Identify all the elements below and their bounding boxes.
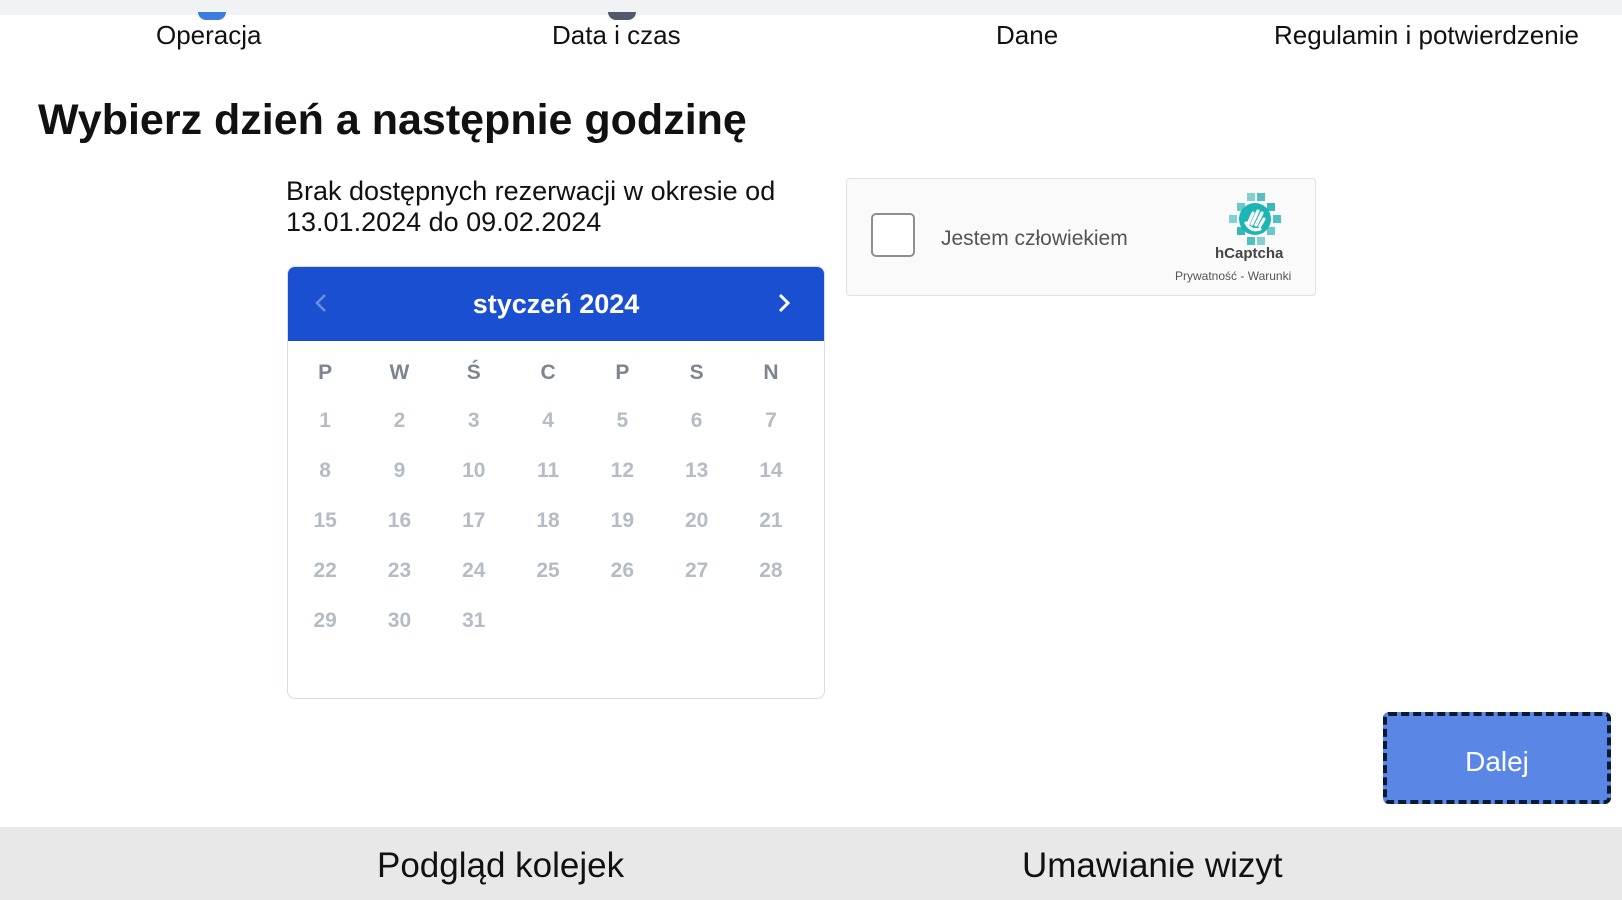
weekday-label: S	[689, 361, 704, 384]
calendar-week: 29 30 31	[288, 601, 824, 651]
calendar-day: 23	[387, 559, 412, 582]
next-month-button[interactable]	[766, 285, 802, 321]
weekday-label: W	[389, 361, 410, 384]
calendar-day: 24	[462, 559, 486, 582]
weekday-label: Ś	[466, 361, 481, 384]
calendar-header: styczeń 2024	[288, 267, 824, 341]
calendar-day: 30	[387, 609, 412, 632]
calendar-day: 1	[319, 409, 331, 432]
weekday-label: N	[763, 361, 779, 384]
calendar-day: 10	[462, 459, 486, 482]
calendar-day: 8	[319, 459, 331, 482]
calendar-day: 14	[759, 459, 783, 482]
weekday-label: P	[615, 361, 630, 384]
step-regulamin[interactable]: Regulamin i potwierdzenie	[1274, 20, 1579, 51]
captcha-terms-link[interactable]: Warunki	[1248, 269, 1292, 283]
captcha-links: Prywatność - Warunki	[1175, 269, 1291, 283]
calendar-week: 1 2 3 4 5 6 7	[288, 401, 824, 451]
calendar-day: 2	[393, 409, 406, 432]
calendar-day: 3	[467, 409, 480, 432]
captcha-privacy-link[interactable]: Prywatność	[1175, 269, 1237, 283]
calendar-day: 15	[313, 509, 337, 532]
calendar-empty-cell	[511, 601, 585, 651]
calendar-day: 21	[759, 509, 783, 532]
calendar-day: 9	[393, 459, 406, 482]
page-title: Wybierz dzień a następnie godzinę	[38, 96, 747, 144]
calendar-day: 5	[616, 409, 629, 432]
weekday-label: C	[540, 361, 556, 384]
progress-steps: Operacja Data i czas Dane Regulamin i po…	[0, 12, 1622, 56]
calendar-week: 8 9 10 11 12 13 14	[288, 451, 824, 501]
calendar-day: 19	[610, 509, 635, 532]
calendar-empty-cell	[734, 601, 808, 651]
step-indicator-operacja	[198, 12, 226, 20]
calendar-week: 15 16 17 18 19 20 21	[288, 501, 824, 551]
calendar-day: 18	[536, 509, 560, 532]
calendar-day: 13	[684, 459, 709, 482]
top-strip	[0, 0, 1622, 15]
step-data-i-czas[interactable]: Data i czas	[552, 20, 681, 51]
chevron-right-icon	[778, 293, 791, 313]
calendar-empty-cell	[585, 601, 659, 651]
hcaptcha-logo-icon	[1227, 191, 1283, 247]
calendar-day: 16	[387, 509, 412, 532]
calendar-month-title: styczeń 2024	[472, 289, 640, 319]
calendar-day: 7	[765, 409, 777, 432]
weekday-header: P W Ś C P S N	[288, 357, 824, 397]
calendar-day: 29	[313, 609, 337, 632]
calendar-day: 12	[610, 459, 635, 482]
weekday-label: P	[318, 361, 333, 384]
hcaptcha-widget: Jestem człowiekiem hCaptcha Prywatność -…	[846, 178, 1316, 296]
nav-queue-preview[interactable]: Podgląd kolejek	[377, 846, 624, 886]
calendar: styczeń 2024 P W Ś C P S N 1 2 3 4 5 6 7 8 9 10 11…	[287, 266, 825, 699]
calendar-day: 17	[462, 509, 486, 532]
captcha-label: Jestem człowiekiem	[941, 227, 1128, 250]
captcha-brand: hCaptcha	[1215, 245, 1284, 262]
no-reservations-message: Brak dostępnych rezerwacji w okresie od …	[286, 176, 776, 237]
captcha-link-separator: -	[1237, 269, 1248, 283]
calendar-day: 22	[313, 559, 337, 582]
calendar-day: 26	[610, 559, 635, 582]
step-dane[interactable]: Dane	[996, 20, 1058, 51]
calendar-day: 28	[759, 559, 783, 582]
calendar-week: 22 23 24 25 26 27 28	[288, 551, 824, 601]
calendar-day: 6	[690, 409, 703, 432]
next-button[interactable]: Dalej	[1383, 712, 1611, 804]
calendar-day: 27	[684, 559, 709, 582]
calendar-day: 31	[462, 609, 486, 632]
captcha-checkbox[interactable]	[871, 213, 915, 257]
calendar-days: 1 2 3 4 5 6 7 8 9 10 11 12 13 14 15 16 17 18 19 20 21 22 23 24 2…	[288, 401, 824, 651]
calendar-day: 25	[536, 559, 560, 582]
calendar-day: 4	[542, 409, 554, 432]
step-operacja[interactable]: Operacja	[156, 20, 262, 51]
bottom-navigation: Podgląd kolejek Umawianie wizyt	[0, 827, 1622, 900]
step-indicator-data	[608, 12, 636, 20]
calendar-empty-cell	[659, 601, 733, 651]
calendar-day: 20	[684, 509, 709, 532]
calendar-day: 11	[536, 459, 560, 482]
nav-appointments[interactable]: Umawianie wizyt	[1022, 846, 1283, 886]
